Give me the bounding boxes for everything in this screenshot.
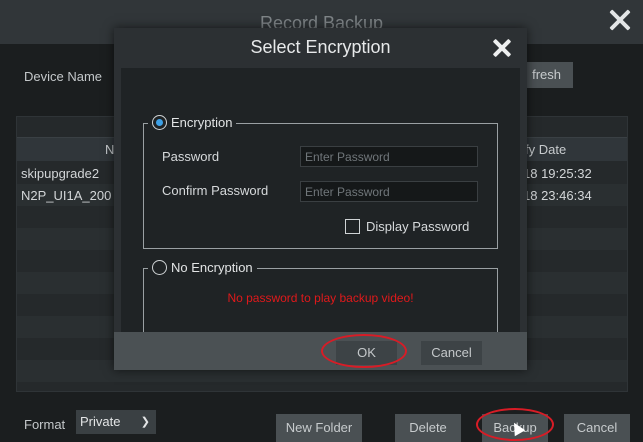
delete-button[interactable]: Delete	[395, 414, 461, 442]
dialog-body: Encryption Password Confirm Password Dis…	[121, 68, 520, 342]
encryption-radio[interactable]	[152, 115, 167, 130]
no-password-warning: No password to play backup video!	[227, 291, 414, 305]
new-folder-button[interactable]: New Folder	[276, 414, 362, 442]
chevron-down-icon: ❯	[140, 416, 150, 428]
password-label: Password	[162, 149, 220, 164]
format-label: Format	[24, 417, 66, 432]
no-encryption-label: No Encryption	[171, 260, 253, 275]
format-select-value: Private	[80, 414, 121, 429]
column-header-name[interactable]: N	[105, 142, 114, 157]
confirm-password-input[interactable]	[300, 181, 478, 202]
dialog-cancel-button[interactable]: Cancel	[421, 341, 482, 365]
no-encryption-option[interactable]: No Encryption	[148, 260, 257, 275]
no-encryption-radio[interactable]	[152, 260, 167, 275]
ok-highlight-ellipse	[321, 334, 407, 368]
no-encryption-group: No Encryption No password to play backup…	[143, 260, 498, 342]
encryption-group: Encryption Password Confirm Password Dis…	[143, 115, 498, 249]
column-header-modify-date[interactable]: fy Date	[525, 142, 566, 157]
close-icon[interactable]	[607, 7, 633, 33]
confirm-password-label: Confirm Password	[162, 183, 269, 198]
password-input[interactable]	[300, 146, 478, 167]
row-name: N2P_UI1A_200	[21, 188, 112, 203]
row-date: 18 23:46:34	[523, 188, 592, 203]
row-date: 18 19:25:32	[523, 166, 592, 181]
cancel-button[interactable]: Cancel	[564, 414, 630, 442]
display-password-checkbox[interactable]	[345, 219, 360, 234]
encryption-option[interactable]: Encryption	[148, 115, 237, 130]
encryption-label: Encryption	[171, 115, 233, 130]
display-password-label: Display Password	[366, 219, 470, 234]
dialog-title: Select Encryption	[250, 37, 391, 57]
select-encryption-dialog: Select Encryption Encryption Password Co…	[114, 28, 527, 370]
row-name: skipupgrade2	[21, 166, 100, 181]
close-icon[interactable]	[491, 37, 513, 59]
device-name-label: Device Name	[24, 69, 103, 84]
format-select[interactable]: Private ❯	[76, 410, 156, 434]
